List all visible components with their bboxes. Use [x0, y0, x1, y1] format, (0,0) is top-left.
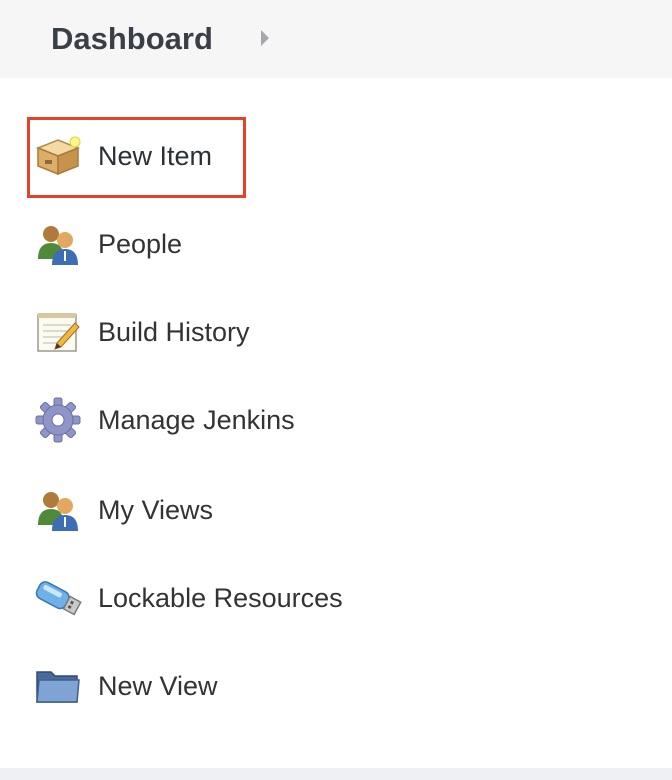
task-label[interactable]: Lockable Resources [98, 583, 343, 614]
task-manage-jenkins[interactable]: Manage Jenkins [32, 390, 295, 450]
task-build-history[interactable]: Build History [32, 302, 250, 362]
task-label[interactable]: Manage Jenkins [98, 405, 295, 436]
task-new-view[interactable]: New View [32, 656, 218, 716]
task-new-item[interactable]: New Item [32, 126, 212, 186]
task-people[interactable]: People [32, 214, 182, 274]
task-label[interactable]: Build History [98, 317, 250, 348]
task-label[interactable]: My Views [98, 495, 213, 526]
new-item-box-icon [32, 130, 84, 182]
task-label[interactable]: New View [98, 671, 218, 702]
people-icon [32, 218, 84, 270]
breadcrumb: Dashboard [0, 0, 672, 78]
bottom-divider [0, 768, 672, 780]
task-my-views[interactable]: My Views [32, 480, 213, 540]
people-icon [32, 484, 84, 536]
usb-drive-icon [32, 572, 84, 624]
notepad-icon [32, 306, 84, 358]
breadcrumb-dashboard-link[interactable]: Dashboard [51, 21, 213, 57]
breadcrumb-arrow-icon[interactable] [260, 30, 269, 46]
task-lockable-resources[interactable]: Lockable Resources [32, 568, 343, 628]
task-label[interactable]: People [98, 229, 182, 260]
folder-icon [32, 660, 84, 712]
gear-icon [32, 394, 84, 446]
task-label[interactable]: New Item [98, 141, 212, 172]
